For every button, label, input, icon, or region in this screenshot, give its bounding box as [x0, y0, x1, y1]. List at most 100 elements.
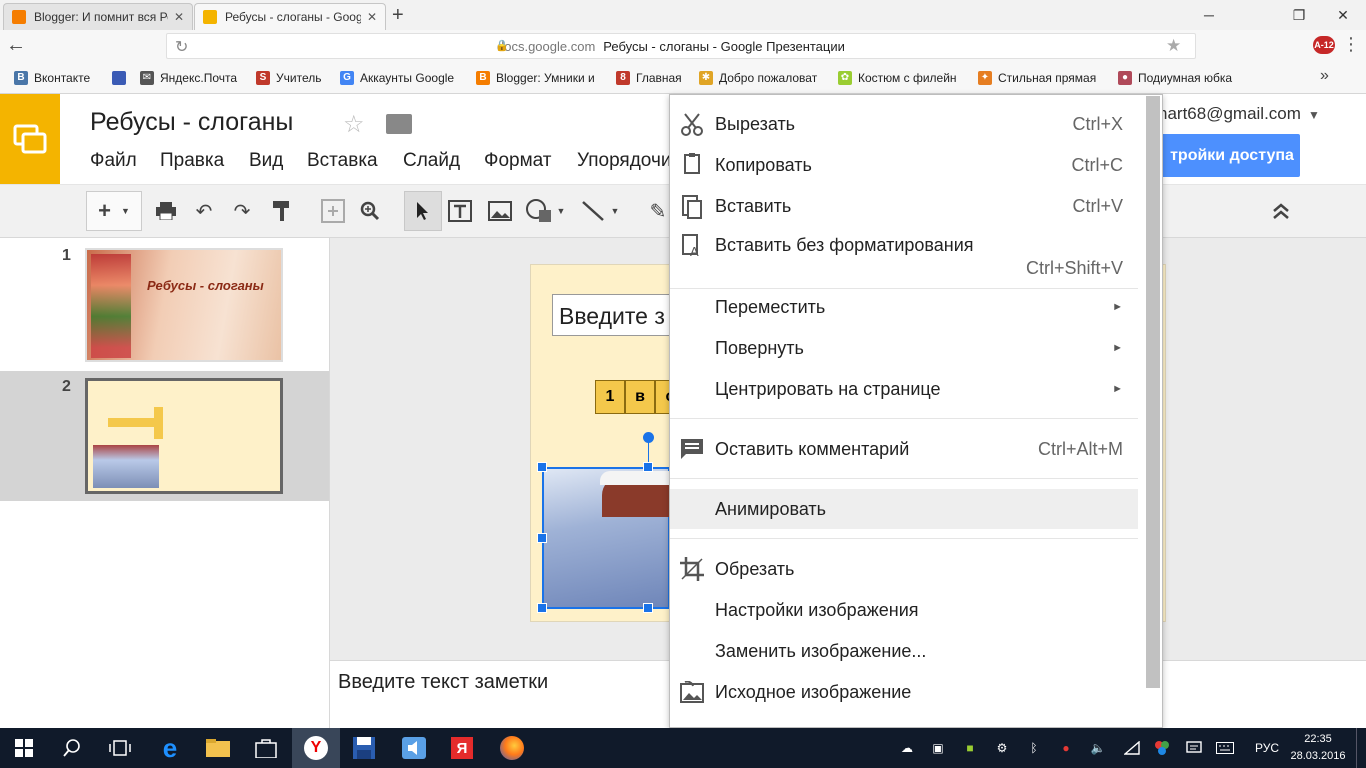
menu-arrange[interactable]: Упорядочи [577, 150, 669, 172]
browser-tab-blogger[interactable]: Blogger: И помнит вся Росси ✕ [3, 3, 193, 30]
menu-item-animate[interactable]: Анимировать [670, 489, 1138, 529]
menu-item-copy[interactable]: Копировать Ctrl+C [670, 145, 1138, 185]
menu-item-paste[interactable]: Вставить Ctrl+V [670, 186, 1138, 226]
bluetooth-icon[interactable]: ᛒ [1024, 740, 1044, 756]
back-icon[interactable]: ← [6, 34, 26, 57]
zoom-icon[interactable] [354, 191, 386, 231]
text-box-icon[interactable] [444, 191, 476, 231]
bookmark-item[interactable]: 8 Главная [616, 69, 692, 87]
clock[interactable]: 22:35 28.03.2016 [1288, 731, 1348, 765]
resize-handle[interactable] [537, 533, 547, 543]
resize-handle[interactable] [537, 462, 547, 472]
bookmark-item[interactable]: ✉ Яндекс.Почта [140, 69, 250, 87]
menu-view[interactable]: Вид [249, 150, 283, 172]
menu-item-reset-image[interactable]: Исходное изображение [670, 672, 1138, 712]
star-icon[interactable]: ☆ [343, 110, 365, 139]
firefox-icon[interactable] [488, 728, 536, 768]
notes-placeholder[interactable]: Введите текст заметки [338, 671, 548, 694]
tray-device-icon[interactable]: ⚙ [992, 740, 1012, 756]
new-tab-icon[interactable]: + [392, 4, 412, 26]
slide-thumbnail-1[interactable]: Ребусы - слоганы [85, 248, 283, 362]
yandex-browser-icon[interactable]: Y [292, 728, 340, 768]
store-icon[interactable] [242, 728, 290, 768]
volume-icon[interactable]: 🔈 [1088, 740, 1108, 756]
menu-file[interactable]: Файл [90, 150, 137, 172]
undo-icon[interactable]: ↶ [188, 191, 220, 231]
bookmark-item[interactable] [112, 69, 132, 87]
bookmark-item[interactable]: G Аккаунты Google [340, 69, 470, 87]
menu-format[interactable]: Формат [484, 150, 552, 172]
account-dropdown-icon[interactable]: ▼ [1308, 108, 1320, 122]
new-slide-button[interactable]: + ▼ [86, 191, 142, 231]
show-desktop-button[interactable] [1356, 728, 1366, 768]
account-email[interactable]: nart68@gmail.com [1158, 104, 1301, 124]
color-app-icon[interactable] [1152, 740, 1172, 756]
reload-icon[interactable]: ↻ [175, 37, 188, 57]
menu-insert[interactable]: Вставка [307, 150, 378, 172]
bookmark-item[interactable]: S Учитель [256, 69, 334, 87]
collapse-toolbar-icon[interactable] [1264, 191, 1298, 231]
bookmarks-more-icon[interactable]: » [1320, 67, 1329, 85]
tab-close-icon[interactable]: ✕ [367, 10, 377, 24]
bookmark-star-icon[interactable]: ★ [1166, 36, 1181, 56]
menu-item-cut[interactable]: Вырезать Ctrl+X [670, 104, 1138, 144]
save-disk-icon[interactable] [340, 728, 388, 768]
bookmark-item[interactable]: B Blogger: Умники и [476, 69, 604, 87]
tray-app-icon[interactable]: ▣ [928, 740, 948, 756]
extension-badge-icon[interactable]: A-12 [1313, 36, 1335, 54]
bookmark-item[interactable]: ✱ Добро пожаловат [699, 69, 827, 87]
menu-item-crop[interactable]: Обрезать [670, 549, 1138, 589]
bookmark-item[interactable]: ✦ Стильная прямая [978, 69, 1106, 87]
language-indicator[interactable]: РУС [1250, 740, 1284, 756]
menu-item-image-options[interactable]: Настройки изображения [670, 590, 1138, 630]
line-icon[interactable]: ▼ [574, 191, 626, 231]
menu-edit[interactable]: Правка [160, 150, 224, 172]
file-explorer-icon[interactable] [194, 728, 242, 768]
start-icon[interactable] [0, 728, 48, 768]
search-icon[interactable] [48, 728, 96, 768]
close-icon[interactable]: ✕ [1320, 0, 1366, 30]
select-tool-icon[interactable] [404, 191, 442, 231]
redo-icon[interactable]: ↷ [226, 191, 258, 231]
maximize-icon[interactable]: ❐ [1276, 0, 1322, 30]
browser-tab-slides[interactable]: Ребусы - слоганы - Goog ✕ [194, 3, 386, 30]
paint-format-icon[interactable] [266, 191, 298, 231]
bookmark-item[interactable]: ● Подиумная юбка [1118, 69, 1248, 87]
resize-handle[interactable] [537, 603, 547, 613]
menu-item-rotate[interactable]: Повернуть ► [670, 328, 1138, 368]
document-title[interactable]: Ребусы - слоганы [90, 108, 293, 137]
keyboard-icon[interactable] [1214, 740, 1236, 756]
bookmark-item[interactable]: ✿ Костюм с филейн [838, 69, 966, 87]
slide-thumbnail-2[interactable] [85, 378, 283, 494]
resize-handle[interactable] [643, 462, 653, 472]
address-bar[interactable]: 🔒 docs.google.com Ребусы - слоганы - Goo… [166, 33, 1196, 59]
bookmark-item[interactable]: B Вконтакте [14, 69, 109, 87]
tab-close-icon[interactable]: ✕ [174, 10, 184, 24]
message-icon[interactable] [1184, 740, 1204, 756]
share-button[interactable]: тройки доступа [1150, 134, 1300, 177]
minimize-icon[interactable]: ─ [1186, 0, 1232, 30]
audio-app-icon[interactable] [390, 728, 438, 768]
menu-item-paste-plain[interactable]: A Вставить без форматирования Ctrl+Shift… [670, 227, 1138, 283]
yandex-app-icon[interactable]: Я [438, 728, 486, 768]
menu-slide[interactable]: Слайд [403, 150, 460, 172]
image-icon[interactable] [484, 191, 516, 231]
menu-item-comment[interactable]: Оставить комментарий Ctrl+Alt+M [670, 429, 1138, 469]
shape-icon[interactable]: ▼ [520, 191, 570, 231]
cloud-icon[interactable]: ☁ [897, 740, 917, 756]
antivirus-icon[interactable]: ● [1056, 740, 1076, 756]
selected-image[interactable] [542, 467, 672, 609]
context-menu-scrollbar[interactable] [1146, 96, 1160, 688]
folder-icon[interactable] [386, 114, 412, 134]
slides-logo-icon[interactable] [0, 94, 60, 184]
print-icon[interactable] [150, 191, 182, 231]
fit-icon[interactable] [316, 191, 350, 231]
wifi-icon[interactable] [1122, 740, 1142, 756]
resize-handle[interactable] [643, 603, 653, 613]
task-view-icon[interactable] [96, 728, 144, 768]
menu-item-move[interactable]: Переместить ► [670, 287, 1138, 327]
rotate-handle[interactable] [643, 432, 654, 443]
menu-item-replace-image[interactable]: Заменить изображение... [670, 631, 1138, 671]
chrome-menu-icon[interactable]: ⋮ [1342, 34, 1360, 55]
edge-icon[interactable]: e [146, 728, 194, 768]
